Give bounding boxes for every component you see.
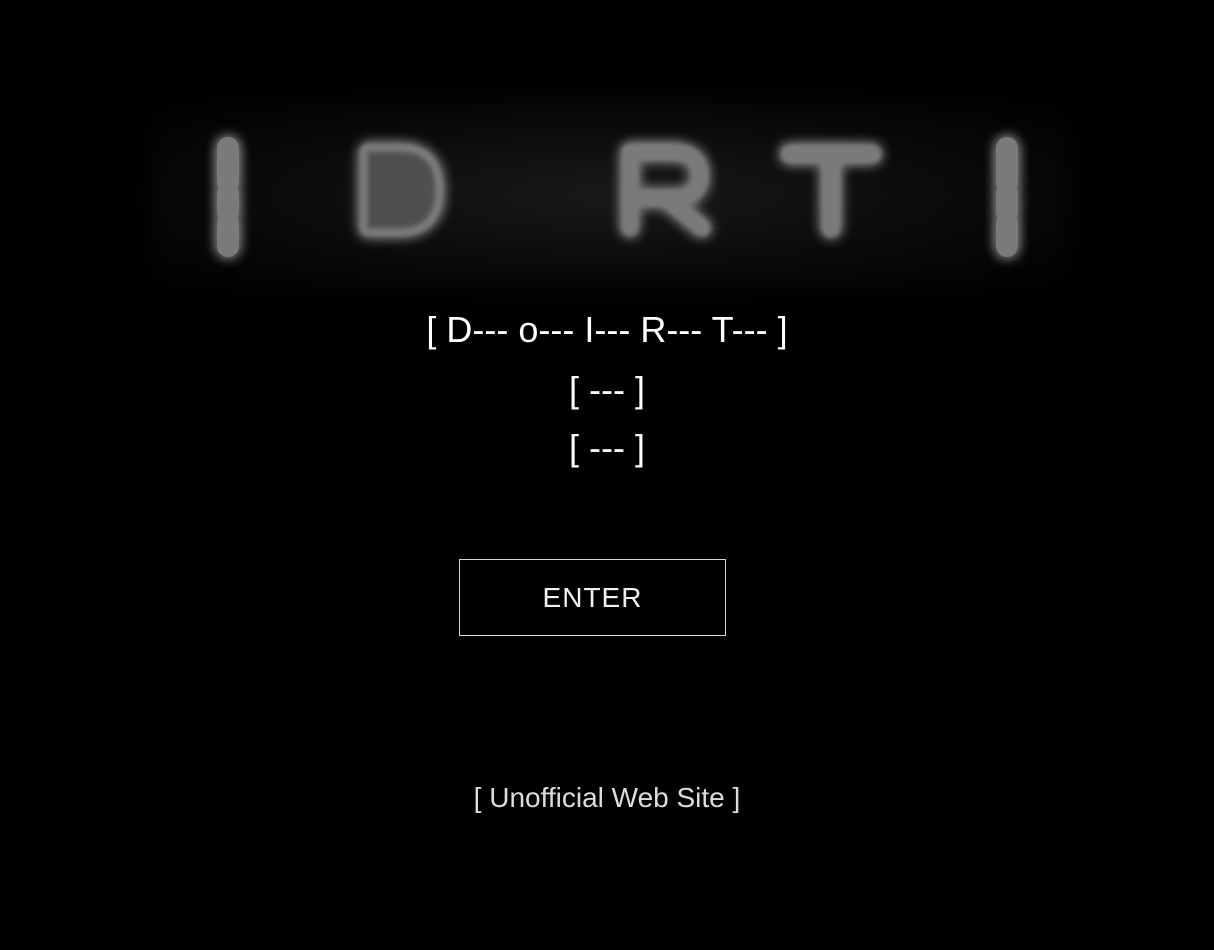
placeholder-line-2: [ --- ] bbox=[569, 427, 645, 468]
logo-glyph-r bbox=[622, 144, 710, 236]
placeholder-line-1: [ --- ] bbox=[569, 369, 645, 410]
tagline: [ D--- o--- I--- R--- T--- ] bbox=[426, 309, 788, 350]
footer-note: [ Unofficial Web Site ] bbox=[473, 782, 741, 813]
logo-glyph-d bbox=[360, 144, 443, 236]
enter-button[interactable]: ENTER bbox=[459, 559, 726, 636]
site-logo bbox=[150, 100, 1070, 290]
enter-button-label: ENTER bbox=[542, 581, 643, 613]
logo-glyph-t bbox=[781, 145, 881, 237]
site-logo-graphic bbox=[217, 137, 1018, 257]
